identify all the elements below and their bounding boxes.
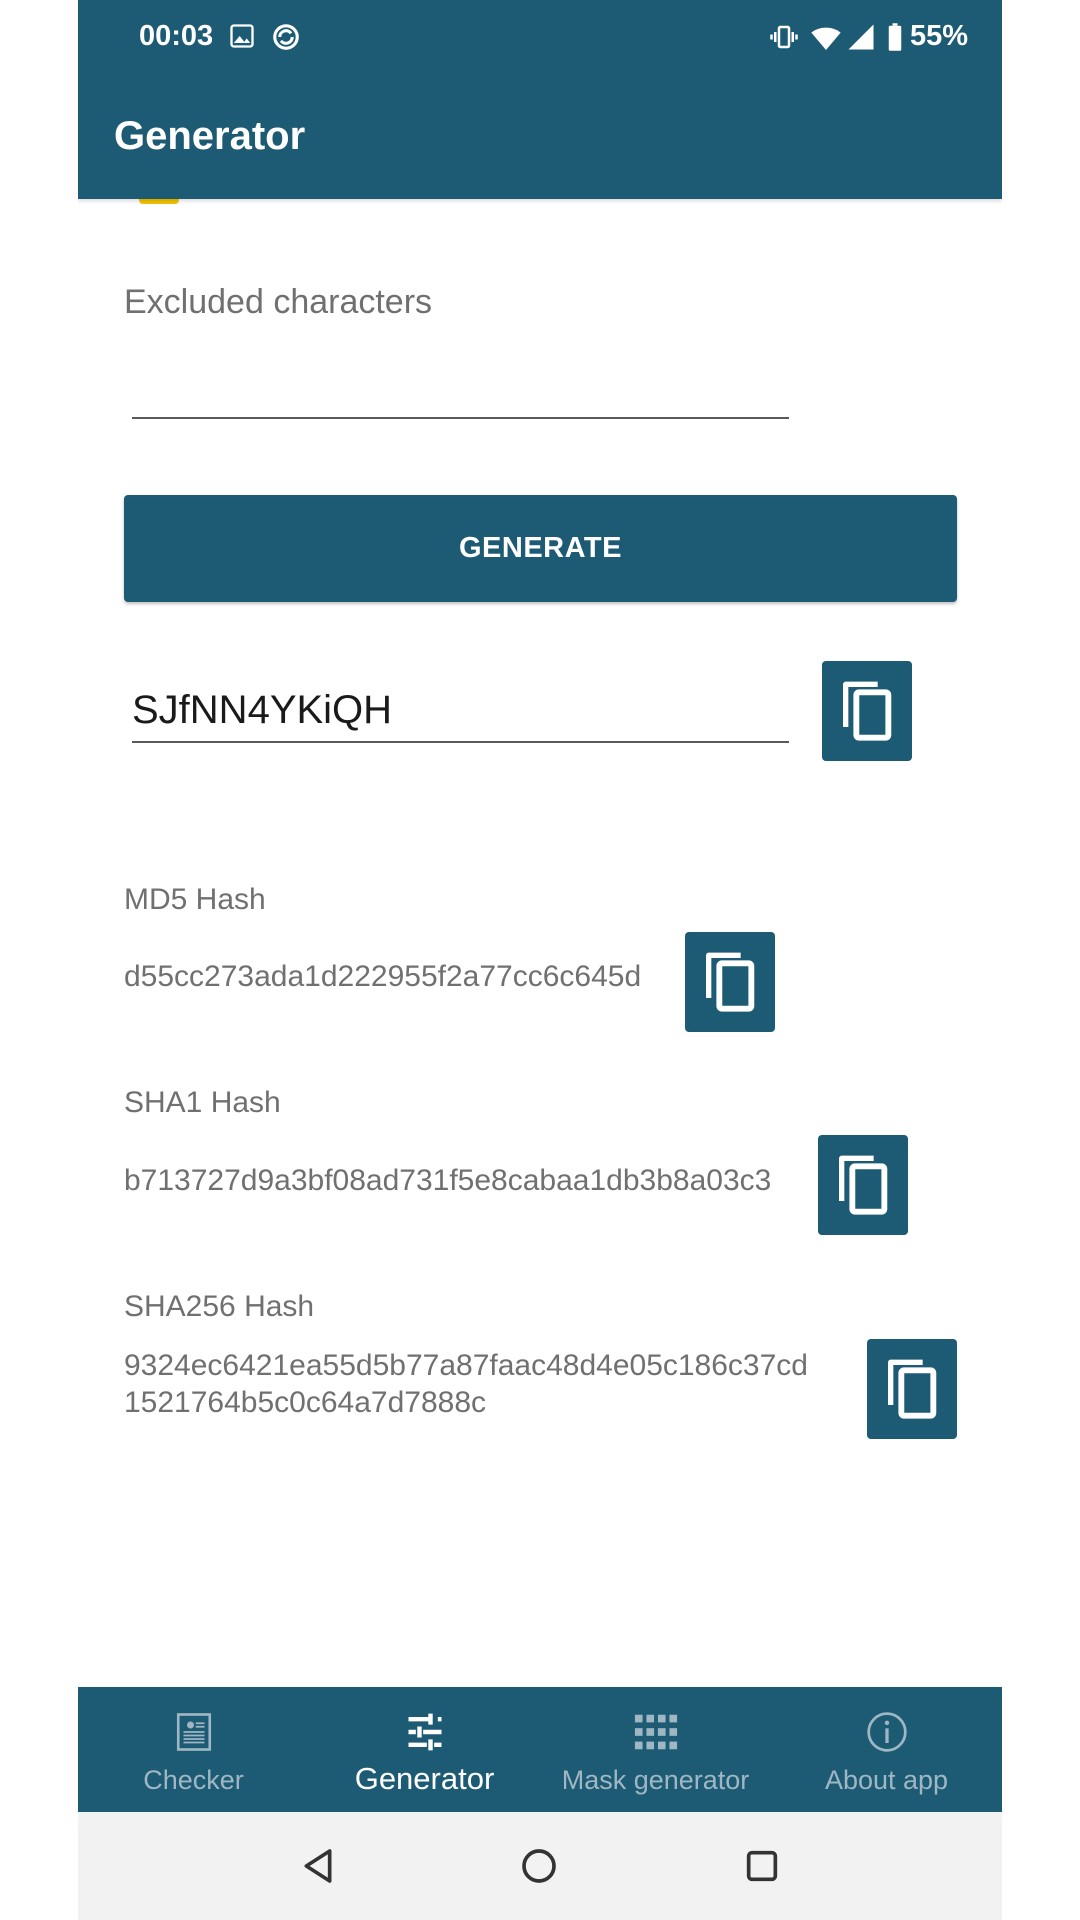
nav-label-generator: Generator	[354, 1761, 495, 1796]
nav-label-checker: Checker	[143, 1765, 244, 1795]
generate-button[interactable]: GENERATE	[124, 495, 957, 602]
excluded-characters-underline	[132, 417, 789, 419]
nav-label-mask-generator: Mask generator	[561, 1765, 750, 1795]
nav-label-about-app: About app	[824, 1765, 949, 1795]
page-title: Generator	[114, 114, 306, 158]
checker-icon	[173, 1709, 215, 1755]
signal-icon	[845, 22, 877, 57]
nav-item-checker[interactable]: Checker	[78, 1687, 309, 1812]
sha256-value-line1: 9324ec6421ea55d5b77a87faac48d4e05c186c37…	[124, 1349, 808, 1382]
copy-icon	[843, 681, 892, 741]
copy-md5-button[interactable]	[685, 932, 775, 1032]
copy-password-button[interactable]	[822, 661, 912, 761]
md5-label: MD5 Hash	[124, 883, 266, 916]
bottom-navigation: Checker Generator Mask generator About a…	[78, 1687, 1002, 1812]
copy-sha1-button[interactable]	[818, 1135, 908, 1235]
sha256-label: SHA256 Hash	[124, 1290, 315, 1323]
app-screen: 00:03 55% Generator Excluded characters …	[78, 0, 1002, 1920]
status-bar: 00:03 55%	[78, 0, 1002, 78]
password-underline	[132, 741, 789, 743]
home-icon[interactable]	[519, 1846, 559, 1891]
md5-value: d55cc273ada1d222955f2a77cc6c645d	[124, 960, 642, 993]
status-time: 00:03	[139, 20, 214, 52]
copy-sha256-button[interactable]	[867, 1339, 957, 1439]
nav-item-generator[interactable]: Generator	[309, 1687, 540, 1812]
image-icon	[228, 22, 256, 55]
recents-icon[interactable]	[742, 1846, 782, 1891]
copy-icon	[839, 1155, 888, 1215]
vibrate-icon	[768, 22, 800, 57]
nav-item-mask-generator[interactable]: Mask generator	[540, 1687, 771, 1812]
sha1-value: b713727d9a3bf08ad731f5e8cabaa1db3b8a03c3	[124, 1164, 772, 1197]
sync-icon	[271, 22, 301, 57]
generated-password-field[interactable]: SJfNN4YKiQH	[132, 688, 392, 733]
system-navigation-bar	[78, 1812, 1002, 1920]
battery-percent: 55%	[910, 20, 969, 52]
excluded-characters-input[interactable]	[132, 360, 789, 415]
sha1-label: SHA1 Hash	[124, 1086, 281, 1119]
info-icon	[865, 1709, 909, 1755]
copy-icon	[706, 952, 755, 1012]
sha256-value-line2: 1521764b5c0c64a7d7888c	[124, 1386, 487, 1419]
battery-icon	[886, 22, 904, 57]
wifi-icon	[809, 22, 843, 59]
nav-item-about-app[interactable]: About app	[771, 1687, 1002, 1812]
grid-icon	[633, 1709, 679, 1755]
back-icon[interactable]	[298, 1846, 338, 1891]
app-bar: 00:03 55% Generator	[78, 0, 1002, 199]
copy-icon	[888, 1359, 937, 1419]
excluded-characters-label: Excluded characters	[124, 283, 433, 321]
sliders-icon	[403, 1709, 447, 1755]
